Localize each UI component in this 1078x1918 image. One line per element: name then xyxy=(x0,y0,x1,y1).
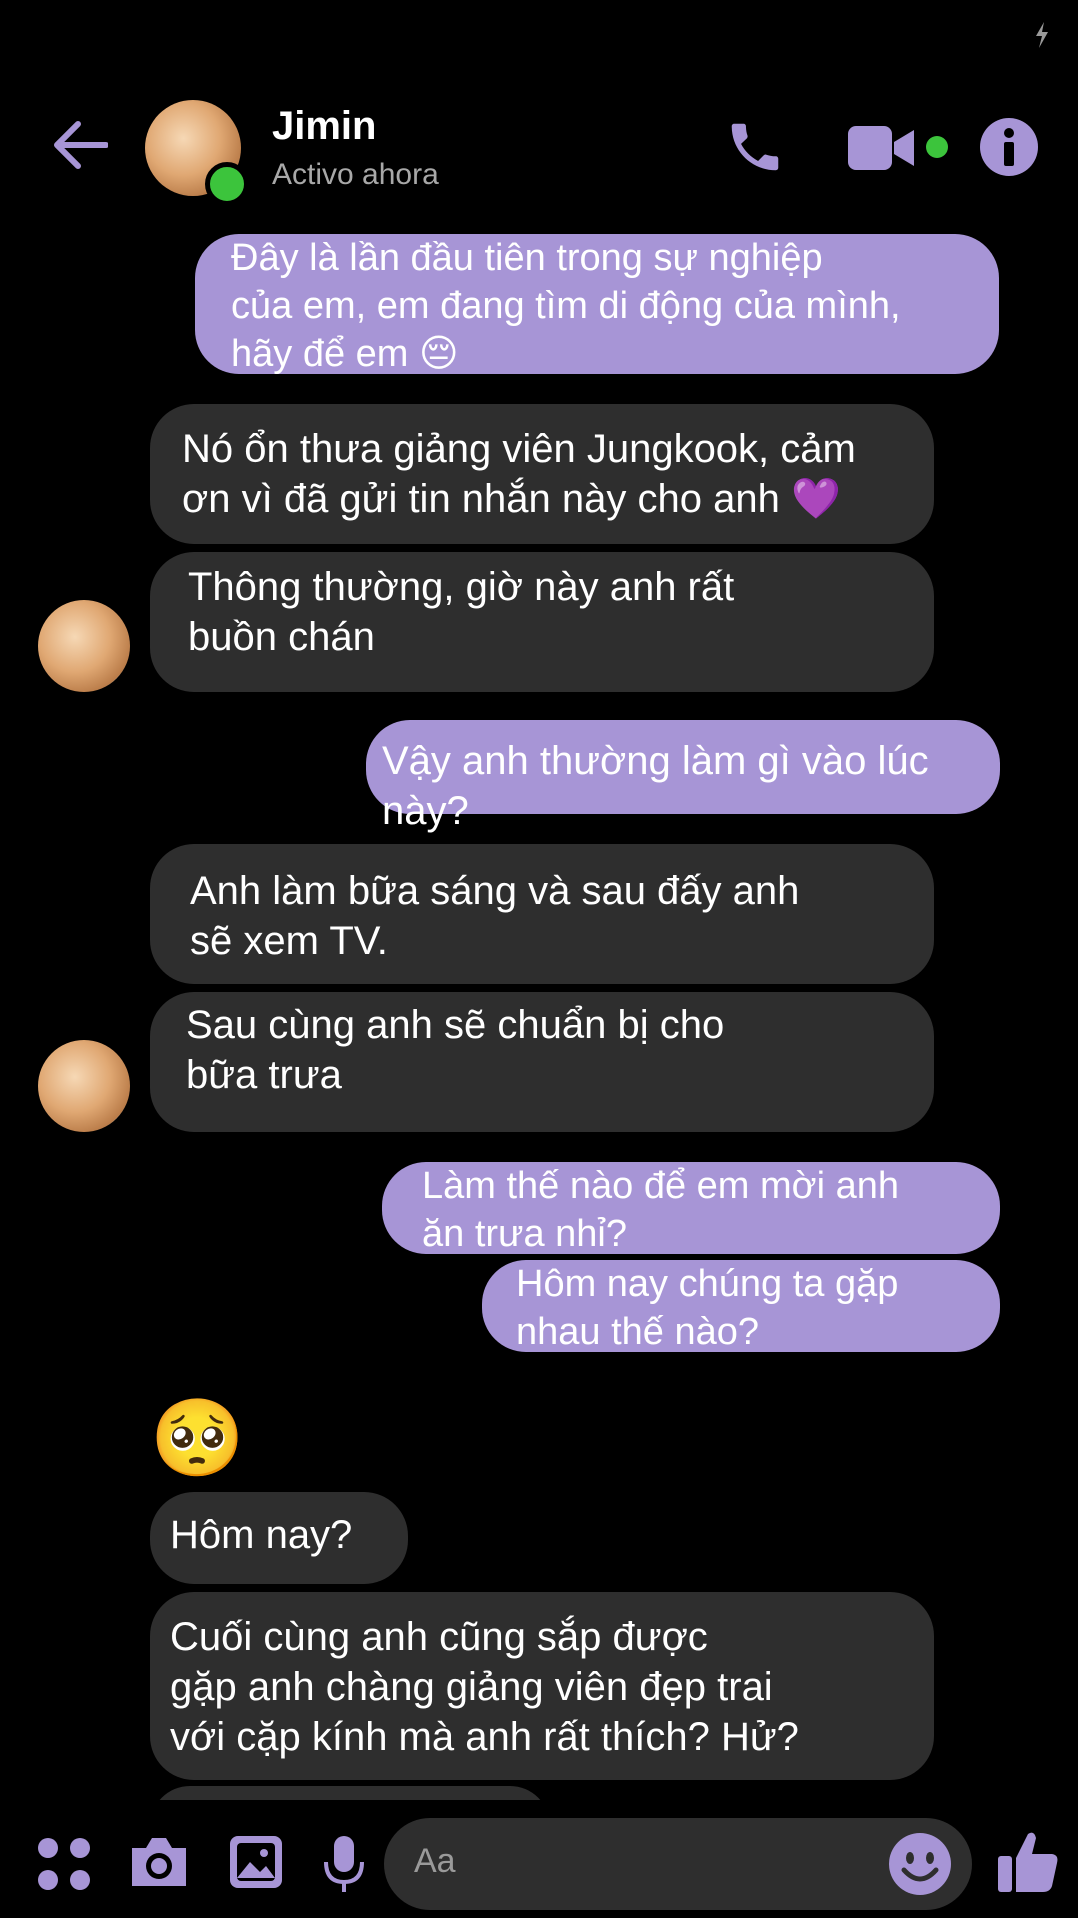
info-icon[interactable] xyxy=(980,118,1038,176)
video-active-dot xyxy=(926,136,948,158)
phone-icon[interactable] xyxy=(724,116,786,178)
sender-avatar[interactable] xyxy=(38,600,130,692)
message-input-placeholder: Aa xyxy=(414,1842,456,1880)
message-incoming[interactable]: Cuối cùng anh cũng sắp được gặp anh chàn… xyxy=(150,1592,934,1780)
message-incoming[interactable]: Thông thường, giờ này anh rất buồn chán xyxy=(150,552,934,692)
message-incoming[interactable]: Anh làm bữa sáng và sau đấy anh sẽ xem T… xyxy=(150,844,934,984)
message-incoming[interactable]: Nó ổn thưa giảng viên Jungkook, cảm ơn v… xyxy=(150,404,934,544)
gallery-icon[interactable] xyxy=(228,1834,284,1890)
contact-status: Activo ahora xyxy=(272,158,439,191)
header: Jimin Activo ahora xyxy=(0,80,1078,220)
thumbs-up-icon[interactable] xyxy=(996,1828,1060,1894)
contact-name[interactable]: Jimin xyxy=(272,104,376,149)
message-input[interactable]: Aa xyxy=(384,1818,972,1910)
message-outgoing[interactable]: Vậy anh thường làm gì vào lúc này? xyxy=(366,720,1000,833)
apps-icon[interactable] xyxy=(36,1836,92,1892)
online-indicator xyxy=(205,162,249,206)
message-outgoing[interactable]: Làm thế nào để em mời anh ăn trưa nhỉ? xyxy=(382,1162,1000,1255)
microphone-icon[interactable] xyxy=(322,1834,366,1896)
message-incoming[interactable]: Sau cùng anh sẽ chuẩn bị cho bữa trưa xyxy=(150,992,934,1132)
message-outgoing[interactable]: Hôm nay chúng ta gặp nhau thế nào? xyxy=(482,1260,1000,1353)
emoji-message[interactable]: 🥺 xyxy=(150,1394,245,1484)
sender-avatar[interactable] xyxy=(38,1040,130,1132)
back-arrow-icon[interactable] xyxy=(52,120,108,170)
video-camera-icon[interactable] xyxy=(848,122,916,174)
emoji-icon[interactable] xyxy=(888,1832,952,1896)
camera-icon[interactable] xyxy=(128,1834,190,1890)
message-incoming[interactable]: Hôm nay? xyxy=(150,1492,408,1584)
message-outgoing[interactable]: Đây là lần đầu tiên trong sự nghiệp của … xyxy=(195,234,999,375)
charging-icon xyxy=(1036,22,1048,48)
